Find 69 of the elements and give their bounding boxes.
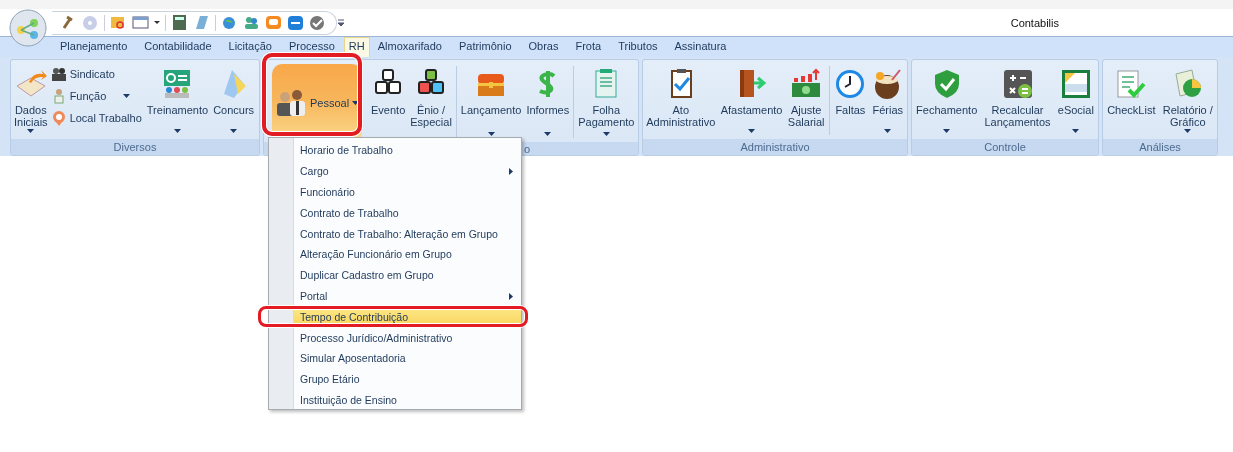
ribbon-button[interactable]: Afastamento	[718, 62, 785, 139]
ribbon-button[interactable]: eSocial	[1055, 62, 1096, 139]
ribbon-button[interactable]: Lançamento	[458, 62, 524, 142]
menu-item[interactable]: Contrato de Trabalho	[294, 202, 521, 224]
people-icon	[50, 66, 67, 82]
menu-item[interactable]: Funcionário	[294, 181, 521, 203]
app-orb-icon	[8, 7, 48, 48]
ribbon-button[interactable]: Ajuste Salarial	[785, 62, 827, 139]
menu-tab[interactable]: Obras	[520, 37, 568, 57]
menu-tab[interactable]: Assinatura	[666, 37, 736, 57]
ribbon-button[interactable]: Fechamento	[914, 62, 980, 139]
caret-icon	[154, 20, 160, 25]
location-pin-icon	[50, 110, 67, 126]
menu-tab[interactable]: Planejamento	[52, 37, 137, 57]
disc-icon	[82, 14, 99, 31]
check-icon	[309, 14, 326, 31]
people-icon	[275, 87, 307, 119]
menu-tab[interactable]: Frota	[567, 37, 611, 57]
group-label: Análises	[1139, 141, 1181, 153]
menu-item[interactable]: Processo Jurídico/Administrativo	[294, 327, 521, 348]
ribbon-button[interactable]: Informes	[524, 62, 572, 142]
ribbon-button[interactable]: Folha Pagamento	[576, 62, 637, 142]
ribbon-button[interactable]: Local Trabalho	[50, 108, 144, 128]
ribbon-button[interactable]: Concurs	[211, 62, 257, 139]
ribbon-button[interactable]: Férias	[869, 62, 906, 139]
menu-item[interactable]: Horario de Trabalho	[294, 140, 521, 161]
ribbon-button[interactable]: Ênio / Especial	[408, 62, 454, 142]
customize-icon	[337, 16, 345, 29]
group-label: Diversos	[113, 141, 157, 153]
menu-tab[interactable]: Processo	[281, 37, 344, 57]
menu-tab[interactable]: Patrimônio	[450, 37, 521, 57]
globe-icon	[221, 14, 238, 31]
menu-item[interactable]: Duplicar Cadastro em Grupo	[294, 264, 521, 286]
folder-search-icon	[110, 14, 127, 31]
ribbon-button[interactable]: Recalcular Lançamentos	[982, 62, 1053, 139]
menu-item[interactable]: Contrato de Trabalho: Alteração em Grupo	[294, 223, 521, 244]
ribbon-button[interactable]: Relatório / Gráfico	[1160, 62, 1215, 139]
ribbon-button[interactable]: Sindicato	[50, 64, 144, 84]
window-title: Contabilis	[1010, 16, 1059, 29]
clock-icon	[834, 68, 867, 100]
checklist-icon	[1115, 68, 1148, 100]
ribbon-button[interactable]: CheckList	[1105, 62, 1158, 139]
menu-tab[interactable]: RH	[343, 37, 370, 57]
menu-item[interactable]: Instituição de Ensino	[294, 389, 521, 411]
menu-tab[interactable]: Almoxarifado	[369, 37, 451, 57]
group-label: Controle	[984, 141, 1026, 153]
menu-item[interactable]: Cargo	[294, 160, 521, 182]
calculator-icon	[1001, 68, 1034, 100]
cash-chart-icon	[790, 68, 823, 100]
group-label: Administrativo	[740, 141, 810, 153]
menu-item[interactable]: Alteração Funcionário em Grupo	[294, 244, 521, 265]
ribbon-button[interactable]: Faltas	[832, 62, 869, 139]
menu-tab[interactable]: Contabilidade	[136, 37, 221, 57]
ribbon-button[interactable]: Ato Administrativo	[644, 62, 718, 139]
chat-icon	[265, 14, 282, 31]
window-icon	[132, 14, 149, 31]
document-icon	[1059, 68, 1092, 100]
menu-item[interactable]: Portal	[294, 285, 521, 307]
menu-item[interactable]: Simular Aposentadoria	[294, 347, 521, 369]
group-label: o	[523, 142, 530, 155]
menu-tab[interactable]: Licitação	[220, 37, 281, 57]
ribbon-button[interactable]: Função	[50, 86, 144, 106]
menu-item[interactable]: Grupo Etário	[294, 368, 521, 390]
calculator-icon	[171, 14, 188, 31]
people-icon	[243, 14, 260, 31]
ribbon-button[interactable]: Evento	[369, 62, 408, 142]
ribbon-button[interactable]: Treinamento	[144, 62, 211, 139]
ribbon-button[interactable]: Dados Iniciais	[12, 62, 50, 139]
menu-tab[interactable]: Tributos	[610, 37, 667, 57]
